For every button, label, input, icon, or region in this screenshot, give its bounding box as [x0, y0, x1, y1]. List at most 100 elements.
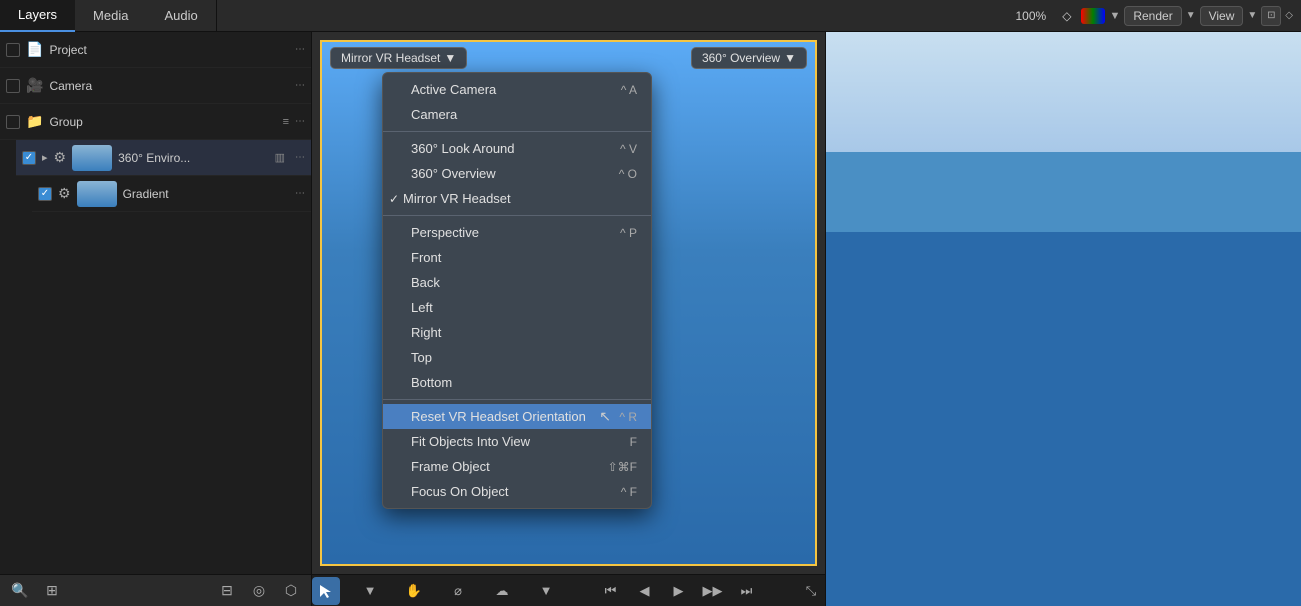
- menu-label-right: Right: [411, 325, 637, 340]
- sidebar-footer: 🔍 ⊞ ⊟ ◎ ⬡: [0, 574, 311, 606]
- header-dropdown-area: Mirror VR Headset ▼: [330, 47, 467, 69]
- menu-item-perspective[interactable]: Perspective ^ P: [383, 220, 651, 245]
- zoom-display: 100%: [1010, 9, 1053, 23]
- menu-label-frame-object: Frame Object: [411, 459, 608, 474]
- shortcut-360-look: ^ V: [620, 142, 637, 156]
- layer-thumb-env: [72, 145, 112, 171]
- window-chevron[interactable]: ◇: [1285, 10, 1293, 21]
- layer-checkbox-group[interactable]: [6, 115, 20, 129]
- layer-extra-group: ≡: [283, 116, 289, 128]
- render-chevron[interactable]: ▼: [1186, 10, 1196, 21]
- menu-label-bottom: Bottom: [411, 375, 637, 390]
- overview-360-trigger[interactable]: 360° Overview ▼: [691, 47, 807, 69]
- menu-item-frame-object[interactable]: Frame Object ⇧⌘F: [383, 454, 651, 479]
- view-chevron[interactable]: ▼: [1247, 10, 1257, 21]
- shortcut-perspective: ^ P: [620, 226, 637, 240]
- menu-item-front[interactable]: Front: [383, 245, 651, 270]
- dropdown-trigger-label: Mirror VR Headset: [341, 51, 440, 65]
- shortcut-active-camera: ^ A: [621, 83, 637, 97]
- menu-item-right[interactable]: Right: [383, 320, 651, 345]
- target-button[interactable]: ◎: [247, 579, 271, 603]
- main-layout: 📄 Project ⋯ 🎥 Camera ⋯ 📁 Group ≡ ⋯ ▸ ⚙ 3…: [0, 32, 1301, 606]
- menu-item-360-overview[interactable]: 360° Overview ^ O: [383, 161, 651, 186]
- menu-item-camera[interactable]: Camera: [383, 102, 651, 127]
- view-button[interactable]: View: [1200, 6, 1244, 26]
- menu-label-focus-object: Focus On Object: [411, 484, 621, 499]
- layer-checkbox-env[interactable]: [22, 151, 36, 165]
- toolbar-chevron-icon[interactable]: ▼: [356, 577, 384, 605]
- toolbar-cloud-icon[interactable]: ☁: [488, 577, 516, 605]
- separator-1: [383, 131, 651, 132]
- shortcut-fit-objects: F: [630, 435, 637, 449]
- canvas-frame[interactable]: Mirror VR Headset ▼ 360° Overview ▼: [320, 40, 817, 566]
- layer-label-project: Project: [49, 43, 289, 57]
- menu-label-back: Back: [411, 275, 637, 290]
- window-icon[interactable]: ⊡: [1261, 6, 1281, 26]
- layer-item-camera[interactable]: 🎥 Camera ⋯: [0, 68, 311, 104]
- transport-back-icon[interactable]: ⏮: [597, 577, 625, 605]
- transport-prev-icon[interactable]: ◀: [631, 577, 659, 605]
- menu-item-mirror-vr[interactable]: ✓ Mirror VR Headset: [383, 186, 651, 211]
- color-chevron[interactable]: ▼: [1109, 10, 1120, 22]
- menu-label-left: Left: [411, 300, 637, 315]
- global-bottom-toolbar: ▼ ✋ ⌀ ☁ ▼ ⏮ ◀ ▶ ▶▶ ⏭ ⤡: [312, 574, 825, 606]
- menu-item-active-camera[interactable]: Active Camera ^ A: [383, 77, 651, 102]
- canvas-inner: Mirror VR Headset ▼ 360° Overview ▼: [312, 32, 825, 574]
- menu-label-360-look: 360° Look Around: [411, 141, 620, 156]
- layer-checkbox-camera[interactable]: [6, 79, 20, 93]
- tab-layers[interactable]: Layers: [0, 0, 75, 32]
- grid-button[interactable]: ⊟: [215, 579, 239, 603]
- top-bar-right: 100% ◇ ▼ Render ▼ View ▼ ⊡ ◇: [1010, 6, 1301, 26]
- check-mark-mirror-vr: ✓: [389, 192, 403, 206]
- menu-item-bottom[interactable]: Bottom: [383, 370, 651, 395]
- right-panel-blue-mid: [826, 152, 1301, 232]
- search-button[interactable]: 🔍: [8, 579, 32, 603]
- layer-label-env: 360° Enviro...: [118, 151, 269, 165]
- transport-end-icon[interactable]: ⏭: [733, 577, 761, 605]
- right-panel: [825, 32, 1301, 606]
- dropdown-trigger-arrow: ▼: [444, 51, 456, 65]
- tab-audio[interactable]: Audio: [146, 0, 215, 32]
- zoom-chevron[interactable]: ◇: [1056, 9, 1077, 23]
- separator-3: [383, 399, 651, 400]
- layer-checkbox-gradient[interactable]: [38, 187, 52, 201]
- overview-trigger-area: 360° Overview ▼: [691, 47, 807, 69]
- layer-item-env[interactable]: ▸ ⚙ 360° Enviro... ▥ ⋯: [16, 140, 311, 176]
- hex-button[interactable]: ⬡: [279, 579, 303, 603]
- layer-badge-camera: ⋯: [295, 80, 305, 91]
- layer-expand-env[interactable]: ▸: [42, 151, 48, 164]
- layer-checkbox-project[interactable]: [6, 43, 20, 57]
- layer-item-group[interactable]: 📁 Group ≡ ⋯: [0, 104, 311, 140]
- menu-item-back[interactable]: Back: [383, 270, 651, 295]
- toolbar-select-icon[interactable]: [312, 577, 340, 605]
- menu-item-reset-vr[interactable]: Reset VR Headset Orientation ^ R ↖: [383, 404, 651, 429]
- layer-icon-env: ⚙: [54, 149, 67, 166]
- layer-item-project[interactable]: 📄 Project ⋯: [0, 32, 311, 68]
- transport-next-icon[interactable]: ▶▶: [699, 577, 727, 605]
- view-dropdown-trigger[interactable]: Mirror VR Headset ▼: [330, 47, 467, 69]
- toolbar-chevron2-icon[interactable]: ▼: [532, 577, 560, 605]
- menu-label-reset-vr: Reset VR Headset Orientation: [411, 409, 619, 424]
- render-button[interactable]: Render: [1124, 6, 1181, 26]
- color-mode[interactable]: [1081, 8, 1105, 24]
- transport-play-icon[interactable]: ▶: [665, 577, 693, 605]
- shortcut-reset-vr: ^ R: [619, 410, 637, 424]
- layer-icon-camera: 🎥: [26, 77, 43, 94]
- menu-label-mirror-vr: Mirror VR Headset: [403, 191, 637, 206]
- menu-item-360-look[interactable]: 360° Look Around ^ V: [383, 136, 651, 161]
- menu-item-fit-objects[interactable]: Fit Objects Into View F: [383, 429, 651, 454]
- menu-item-left[interactable]: Left: [383, 295, 651, 320]
- menu-item-top[interactable]: Top: [383, 345, 651, 370]
- toolbar-orbit-icon[interactable]: ⌀: [444, 577, 472, 605]
- toolbar-end-icon[interactable]: ⤡: [797, 577, 825, 605]
- cursor-indicator: ↖: [599, 408, 611, 425]
- menu-item-focus-object[interactable]: Focus On Object ^ F: [383, 479, 651, 504]
- tab-group: Layers Media Audio: [0, 0, 217, 32]
- tab-media[interactable]: Media: [75, 0, 146, 32]
- transport-controls: ⏮ ◀ ▶ ▶▶ ⏭: [597, 577, 761, 605]
- layer-item-gradient[interactable]: ⚙ Gradient ⋯: [32, 176, 311, 212]
- toolbar-hand-icon[interactable]: ✋: [400, 577, 428, 605]
- menu-label-active-camera: Active Camera: [411, 82, 621, 97]
- layout-button[interactable]: ⊞: [40, 579, 64, 603]
- right-panel-blue-top: [826, 32, 1301, 152]
